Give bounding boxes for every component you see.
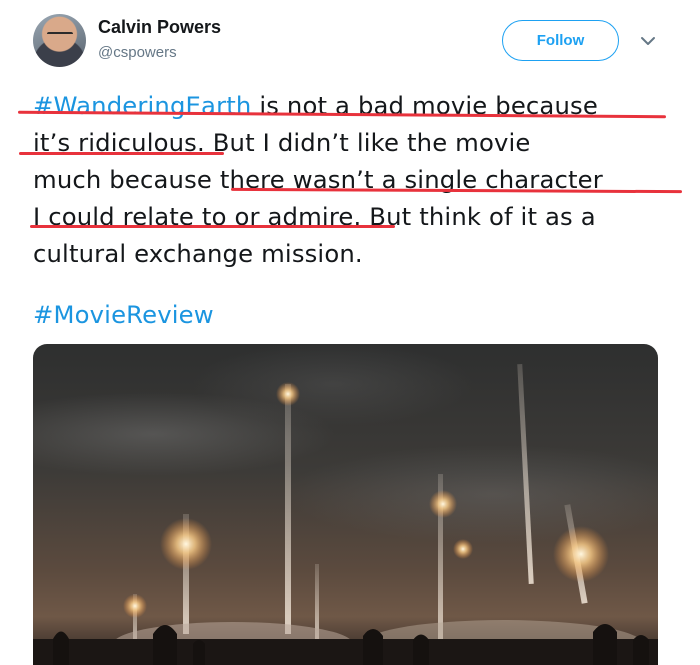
tweet-text-segment: cultural exchange mission. (33, 239, 363, 268)
tweet-line: cultural exchange mission. (33, 235, 683, 272)
avatar[interactable] (33, 14, 86, 67)
underline-mark (19, 152, 224, 155)
underline-mark (30, 225, 395, 228)
tweet-header: Calvin Powers @cspowers Follow (0, 0, 700, 80)
tweet-line: #WanderingEarth is not a bad movie becau… (33, 87, 683, 124)
hashtag-link[interactable]: #MovieReview (33, 300, 214, 329)
tweet-line: it’s ridiculous. But I didn’t like the m… (33, 124, 683, 161)
tweet-line: I could relate to or admire. But think o… (33, 198, 683, 235)
follow-button[interactable]: Follow (502, 20, 619, 61)
chevron-down-icon[interactable] (636, 32, 660, 50)
media-image[interactable] (33, 344, 658, 665)
hashtag-link[interactable]: #WanderingEarth (33, 91, 251, 120)
user-handle[interactable]: @cspowers (98, 44, 177, 61)
user-name[interactable]: Calvin Powers (98, 17, 221, 38)
